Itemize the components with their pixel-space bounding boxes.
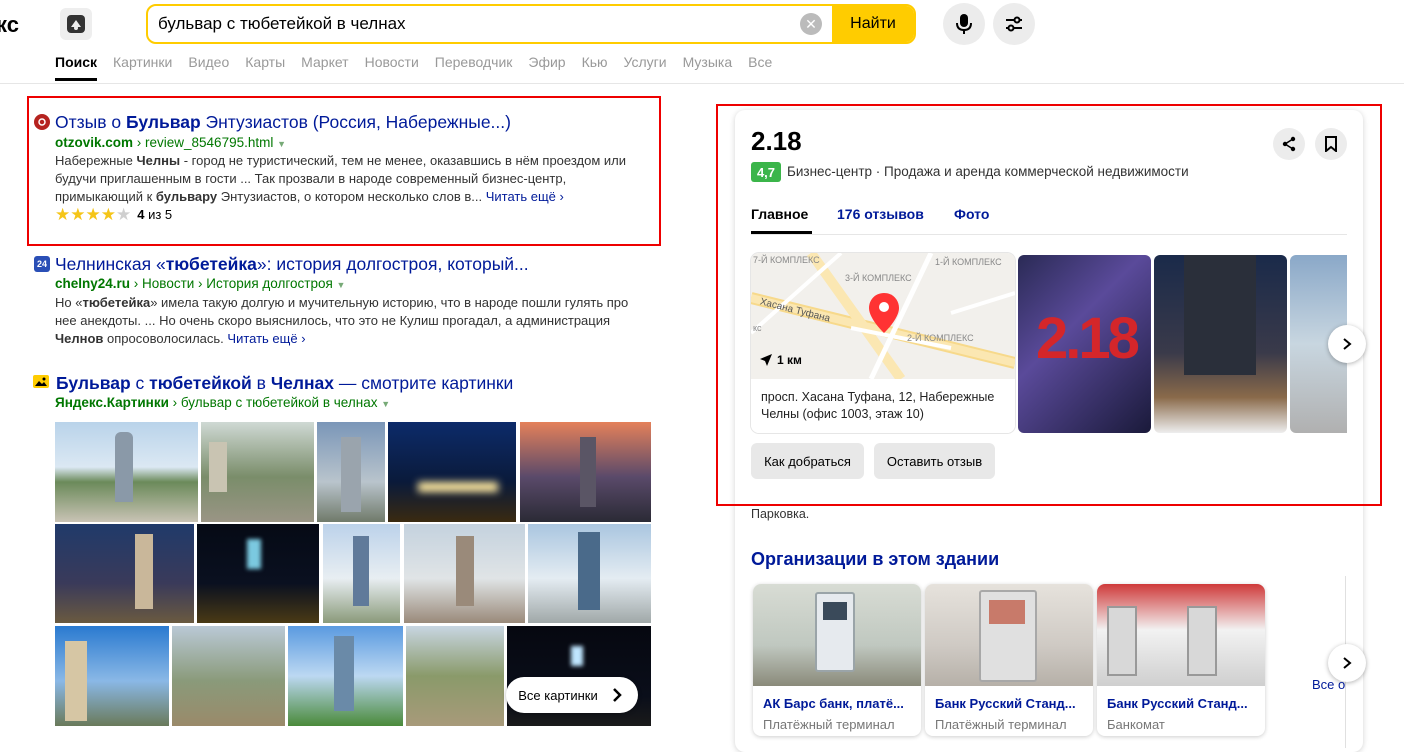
header-divider (0, 83, 1404, 84)
share-button[interactable] (1273, 128, 1305, 160)
read-more-link[interactable]: Читать ещё › (486, 189, 564, 204)
map-label: 3-Й КОМПЛЕКС (845, 273, 912, 283)
settings-button[interactable] (993, 3, 1035, 45)
nav-search[interactable]: Поиск (55, 54, 97, 70)
all-images-button[interactable]: Все картинки (506, 677, 638, 713)
image-thumbnail[interactable] (172, 626, 285, 726)
chevron-right-icon (612, 688, 622, 702)
nav-market[interactable]: Маркет (301, 54, 348, 70)
org-photo[interactable] (1154, 255, 1287, 433)
nav-video[interactable]: Видео (188, 54, 229, 70)
nav-active-underline (55, 78, 97, 81)
sliders-icon (1006, 16, 1022, 32)
map-block[interactable]: 7-Й КОМПЛЕКС 3-Й КОМПЛЕКС 1-Й КОМПЛЕКС 2… (751, 253, 1015, 433)
microphone-icon (956, 14, 972, 34)
search-nav: Поиск Картинки Видео Карты Маркет Новост… (55, 54, 788, 70)
chevron-right-icon (1343, 657, 1352, 669)
result-url[interactable]: chelny24.ru › Новости › История долгостр… (55, 276, 345, 291)
star-icon: ★ (55, 205, 71, 224)
nav-images[interactable]: Картинки (113, 54, 172, 70)
distance-label: 1 км (759, 353, 802, 367)
nav-news[interactable]: Новости (365, 54, 419, 70)
image-thumbnail[interactable] (197, 524, 319, 623)
map-label: 2-Й КОМПЛЕКС (907, 333, 974, 343)
route-button[interactable]: Как добраться (751, 443, 864, 479)
in-building-title[interactable]: Организации в этом здании (751, 549, 999, 570)
chevron-right-icon (1343, 338, 1352, 350)
find-button[interactable]: Найти (832, 6, 914, 42)
tab-main[interactable]: Главное (751, 206, 808, 222)
read-more-link[interactable]: Читать ещё › (227, 331, 305, 346)
org-photo[interactable]: 2.18 (1018, 255, 1151, 433)
image-thumbnail[interactable] (323, 524, 400, 623)
tab-reviews[interactable]: 176 отзывов (837, 206, 924, 222)
star-icon: ★ (85, 205, 101, 224)
parking-info: Парковка. (751, 507, 810, 521)
image-thumbnail[interactable] (528, 524, 651, 623)
nav-efir[interactable]: Эфир (528, 54, 565, 70)
search-box: ✕ Найти (146, 4, 916, 44)
image-thumbnail[interactable] (317, 422, 385, 522)
nav-maps[interactable]: Карты (245, 54, 285, 70)
nav-q[interactable]: Кью (582, 54, 608, 70)
result-title-link[interactable]: Челнинская «тюбетейка»: история долгостр… (55, 254, 529, 275)
map-label: 7-Й КОМПЛЕКС (753, 255, 820, 265)
image-thumbnail[interactable] (55, 422, 198, 522)
map-label: 1-Й КОМПЛЕКС (935, 257, 1002, 267)
images-title-link[interactable]: Бульвар с тюбетейкой в Челнах — смотрите… (56, 373, 513, 394)
photos-next-button[interactable] (1328, 325, 1366, 363)
star-icon: ★ (70, 205, 86, 224)
share-icon (1282, 136, 1296, 152)
voice-search-button[interactable] (943, 3, 985, 45)
nav-music[interactable]: Музыка (683, 54, 733, 70)
image-thumbnail[interactable] (404, 524, 525, 623)
result-snippet: Набережные Челны - город не туристически… (55, 153, 627, 204)
result-url[interactable]: otzovik.com › review_8546795.html ▼ (55, 135, 286, 150)
image-thumbnail[interactable] (55, 626, 169, 726)
nav-services[interactable]: Услуги (624, 54, 667, 70)
otzovik-favicon-icon (34, 114, 50, 130)
rating-badge: 4,7 (751, 162, 781, 182)
star-icon: ★ (100, 205, 116, 224)
building-org-card[interactable]: Банк Русский Станд... Платёжный терминал (925, 584, 1093, 736)
tab-photos[interactable]: Фото (954, 206, 989, 222)
search-input[interactable] (148, 6, 800, 42)
star-icon: ★ (116, 205, 132, 224)
images-url[interactable]: Яндекс.Картинки › бульвар с тюбетейкой в… (55, 395, 390, 410)
images-icon (33, 375, 49, 388)
user-avatar-icon[interactable] (60, 8, 92, 40)
bookmark-icon (1325, 136, 1337, 152)
tab-divider (751, 234, 1347, 235)
image-thumbnail[interactable] (55, 524, 194, 623)
image-thumbnail[interactable] (520, 422, 651, 522)
map-pin-icon (869, 293, 899, 333)
navigation-arrow-icon (760, 354, 772, 366)
nav-translate[interactable]: Переводчик (435, 54, 513, 70)
see-all-link[interactable]: Все о (1312, 677, 1345, 692)
result-snippet: Но «тюбетейка» имела такую долгую и мучи… (55, 295, 629, 346)
image-thumbnail[interactable] (406, 626, 504, 726)
result-title-link[interactable]: Отзыв о Бульвар Энтузиастов (Россия, Наб… (55, 112, 511, 133)
chelny24-favicon-icon: 24 (34, 256, 50, 272)
map-label: кс (753, 323, 762, 333)
org-name: 2.18 (751, 126, 802, 156)
building-org-card[interactable]: Банк Русский Станд... Банкомат (1097, 584, 1265, 736)
image-thumbnail[interactable] (288, 626, 403, 726)
bookmark-button[interactable] (1315, 128, 1347, 160)
org-address: просп. Хасана Туфана, 12, Набережные Чел… (751, 379, 1015, 433)
org-category: Бизнес-центр · Продажа и аренда коммерче… (787, 164, 1189, 179)
leave-review-button[interactable]: Оставить отзыв (874, 443, 995, 479)
building-org-card[interactable]: АК Барс банк, платё... Платёжный термина… (753, 584, 921, 736)
logo-text[interactable]: кс (0, 12, 19, 38)
rating-stars: ★ ★ ★ ★ ★ 4 из 5 (55, 205, 173, 224)
image-thumbnail[interactable] (201, 422, 314, 522)
clear-icon[interactable]: ✕ (800, 13, 822, 35)
image-thumbnail[interactable] (388, 422, 516, 522)
nav-all[interactable]: Все (748, 54, 772, 70)
